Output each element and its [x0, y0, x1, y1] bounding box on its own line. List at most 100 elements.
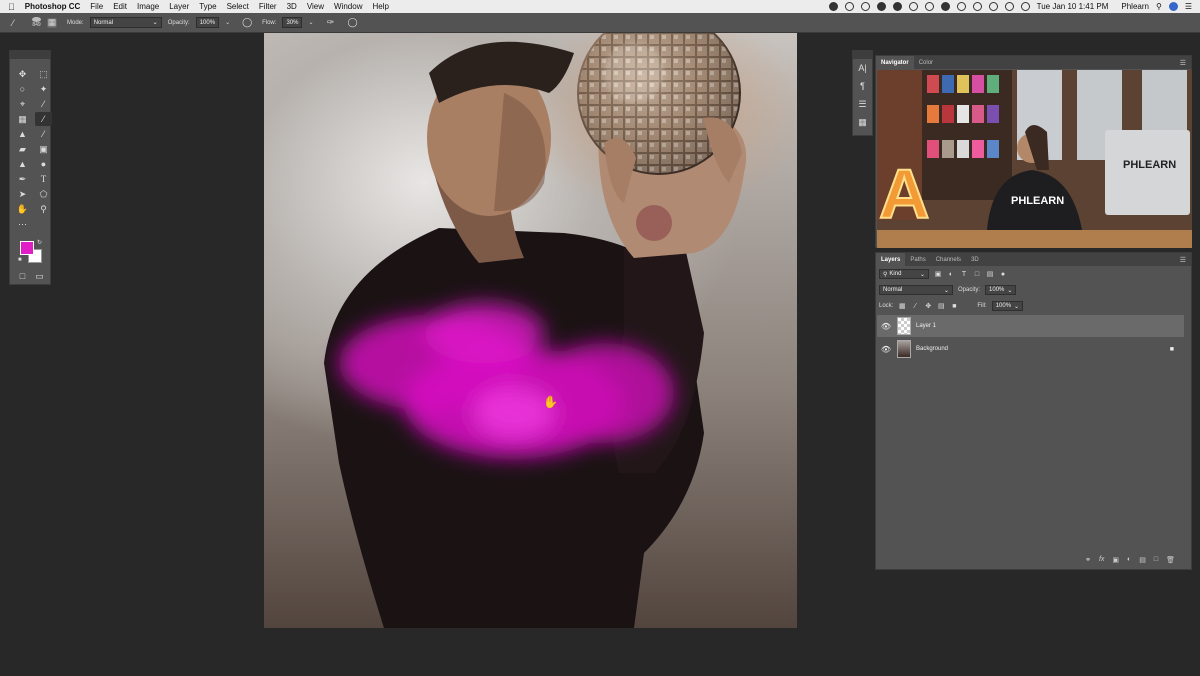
bluetooth-icon[interactable]: [972, 2, 982, 11]
airbrush-icon[interactable]: ✑: [325, 17, 335, 28]
more-tools-icon[interactable]: ⋯: [14, 217, 31, 231]
blur-tool-icon[interactable]: ▲: [14, 157, 31, 171]
pressure-opacity-icon[interactable]: ◯: [242, 17, 252, 28]
new-group-icon[interactable]: ▤: [1139, 556, 1146, 564]
chevron-down-icon[interactable]: ⌄: [308, 19, 313, 26]
brush-preset-picker[interactable]: 849: [32, 17, 41, 28]
paragraph-panel-icon[interactable]: ¶: [853, 77, 872, 95]
menu-edit[interactable]: Edit: [113, 2, 127, 11]
sync-icon[interactable]: [860, 2, 870, 11]
grid-icon[interactable]: [908, 2, 918, 11]
layer-opacity-field[interactable]: 100% ⌄: [985, 285, 1017, 295]
layer-name[interactable]: Background: [916, 346, 948, 352]
lock-artboard-icon[interactable]: ▤: [937, 302, 945, 310]
type-tool-icon[interactable]: T: [35, 172, 52, 186]
gradient-tool-icon[interactable]: ▣: [35, 142, 52, 156]
record-icon[interactable]: [828, 2, 838, 11]
chat-icon[interactable]: [940, 2, 950, 11]
panel-menu-icon[interactable]: ☰: [1180, 256, 1186, 264]
menu-3d[interactable]: 3D: [287, 2, 297, 11]
filter-type-icon[interactable]: T: [960, 270, 968, 278]
brush-preset-icon[interactable]: ⁄: [8, 18, 18, 28]
navigator-thumbnail[interactable]: A PHLEARN PHLEARN: [877, 70, 1192, 248]
pressure-size-icon[interactable]: ◯: [347, 17, 357, 28]
siri-icon[interactable]: [1168, 2, 1178, 11]
healing-brush-tool-icon[interactable]: ▦: [14, 112, 31, 126]
history-brush-tool-icon[interactable]: ⁄: [35, 127, 52, 141]
opacity-field[interactable]: 100%: [195, 17, 220, 28]
tools-panel-header[interactable]: [10, 51, 50, 59]
chevron-down-icon[interactable]: ⌄: [225, 19, 230, 26]
delete-layer-icon[interactable]: 🗑: [1166, 556, 1175, 564]
spotlight-search-icon[interactable]: ⚲: [1156, 2, 1162, 11]
dropbox-icon[interactable]: [892, 2, 902, 11]
tab-navigator[interactable]: Navigator: [876, 56, 914, 69]
lock-transparent-pixels-icon[interactable]: ▦: [898, 302, 906, 310]
airplay-icon[interactable]: [1004, 2, 1014, 11]
path-selection-tool-icon[interactable]: ➤: [14, 187, 31, 201]
brush-panel-toggle-icon[interactable]: ▦: [47, 17, 57, 28]
quick-mask-icon[interactable]: □: [14, 269, 31, 283]
character-panel-icon[interactable]: A|: [853, 59, 872, 77]
screen-mode-icon[interactable]: ▭: [31, 269, 48, 283]
layer-row-layer-1[interactable]: 👁 Layer 1: [877, 315, 1184, 337]
zoom-tool-icon[interactable]: ⚲: [35, 202, 52, 216]
properties-panel-icon[interactable]: ☰: [853, 95, 872, 113]
apple-menu-icon[interactable]: : [8, 2, 15, 12]
menu-filter[interactable]: Filter: [259, 2, 277, 11]
visibility-eye-icon[interactable]: 👁: [879, 345, 893, 354]
visibility-eye-icon[interactable]: 👁: [879, 322, 893, 331]
wifi-icon[interactable]: [988, 2, 998, 11]
lock-position-icon[interactable]: ✥: [924, 302, 932, 310]
menu-help[interactable]: Help: [372, 2, 388, 11]
lock-icon[interactable]: ■: [1170, 346, 1174, 353]
flow-field[interactable]: 30%: [282, 17, 303, 28]
menubar-user[interactable]: Phlearn: [1121, 2, 1149, 11]
filter-adjustment-icon[interactable]: ◐: [947, 270, 955, 278]
link-layers-icon[interactable]: ⚭: [1085, 556, 1091, 564]
time-machine-icon[interactable]: [956, 2, 966, 11]
menu-select[interactable]: Select: [227, 2, 249, 11]
volume-icon[interactable]: [1020, 2, 1030, 11]
notification-center-icon[interactable]: ☰: [1185, 2, 1192, 11]
menu-layer[interactable]: Layer: [169, 2, 189, 11]
creative-cloud-icon[interactable]: [844, 2, 854, 11]
mode-dropdown[interactable]: Normal ⌄: [89, 17, 162, 28]
swap-colors-icon[interactable]: ↻: [37, 239, 42, 246]
no-entry-icon[interactable]: [924, 2, 934, 11]
blend-mode-dropdown[interactable]: Normal ⌄: [879, 285, 953, 295]
fill-field[interactable]: 100% ⌄: [991, 301, 1024, 311]
tab-color[interactable]: Color: [914, 56, 938, 69]
crop-tool-icon[interactable]: ⌖: [14, 97, 31, 111]
menubar-clock[interactable]: Tue Jan 10 1:41 PM: [1037, 2, 1109, 11]
layer-filter-dropdown[interactable]: ⚲ Kind ⌄: [879, 269, 929, 279]
clone-stamp-tool-icon[interactable]: ▲: [14, 127, 31, 141]
document-canvas[interactable]: ✋: [264, 33, 797, 628]
menu-window[interactable]: Window: [334, 2, 362, 11]
panel-strip-header[interactable]: [853, 51, 872, 59]
camera-icon[interactable]: [876, 2, 886, 11]
pen-tool-icon[interactable]: ✒: [14, 172, 31, 186]
layer-style-fx-icon[interactable]: fx: [1099, 556, 1104, 564]
menu-view[interactable]: View: [307, 2, 324, 11]
menu-file[interactable]: File: [90, 2, 103, 11]
lasso-tool-icon[interactable]: ○: [14, 82, 31, 96]
menu-type[interactable]: Type: [199, 2, 216, 11]
panel-menu-icon[interactable]: ☰: [1180, 59, 1186, 67]
add-mask-icon[interactable]: ▣: [1112, 556, 1119, 564]
filter-toggle-icon[interactable]: ●: [999, 270, 1007, 278]
tab-channels[interactable]: Channels: [931, 253, 966, 266]
menu-image[interactable]: Image: [137, 2, 159, 11]
eyedropper-tool-icon[interactable]: ⁄: [35, 97, 52, 111]
default-colors-icon[interactable]: ■: [18, 257, 22, 263]
lock-image-pixels-icon[interactable]: ⁄: [911, 302, 919, 310]
filter-pixel-icon[interactable]: ▣: [934, 270, 942, 278]
layer-row-background[interactable]: 👁 Background ■: [877, 338, 1184, 360]
lock-all-icon[interactable]: ■: [950, 302, 958, 310]
brush-tool-icon[interactable]: ⁄: [35, 112, 52, 126]
new-layer-icon[interactable]: □: [1154, 556, 1158, 564]
hand-tool-icon[interactable]: ✋: [14, 202, 31, 216]
eraser-tool-icon[interactable]: ▰: [14, 142, 31, 156]
tab-layers[interactable]: Layers: [876, 253, 906, 266]
marquee-tool-icon[interactable]: ⬚: [35, 67, 52, 81]
